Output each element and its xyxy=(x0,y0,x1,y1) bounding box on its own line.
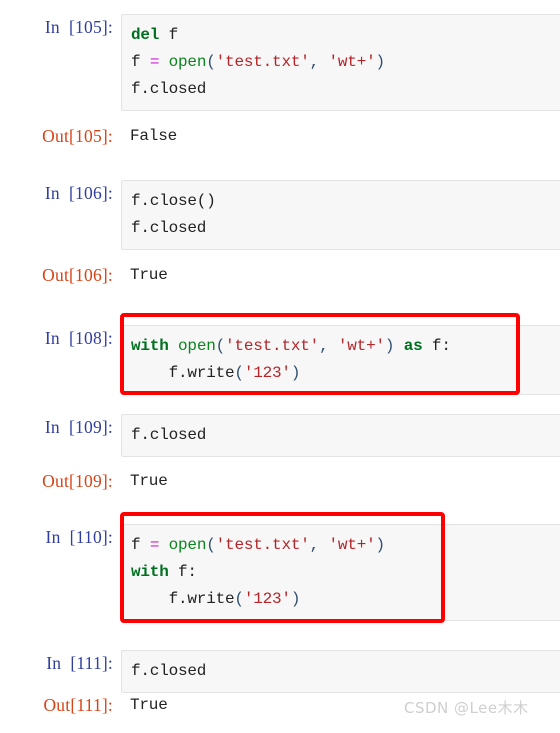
notebook-cell-in-105[interactable]: In [105]: del f f = open('test.txt', 'wt… xyxy=(0,14,560,111)
notebook-cell-in-110[interactable]: In [110]: f = open('test.txt', 'wt+') wi… xyxy=(0,524,560,621)
code-token: ) xyxy=(290,590,301,608)
keyword-with: with xyxy=(131,337,169,355)
code-line: with open('test.txt', 'wt+') as f: xyxy=(131,333,560,360)
output-text: True xyxy=(130,266,168,284)
code-token: ( xyxy=(206,53,216,71)
code-editor-105[interactable]: del f f = open('test.txt', 'wt+') f.clos… xyxy=(121,14,560,111)
string-literal: 'wt+' xyxy=(328,53,376,71)
code-line: f.write('123') xyxy=(131,586,560,613)
code-editor-111[interactable]: f.closed xyxy=(121,650,560,693)
code-token: f xyxy=(159,26,179,44)
code-line: f = open('test.txt', 'wt+') xyxy=(131,532,560,559)
notebook-cell-in-111[interactable]: In [111]: f.closed xyxy=(0,650,560,693)
output-area-109: True xyxy=(121,468,560,495)
code-editor-106[interactable]: f.close() f.closed xyxy=(121,180,560,250)
out-prompt-106: Out[106]: xyxy=(42,265,113,285)
string-literal: '123' xyxy=(243,590,291,608)
string-literal: 'test.txt' xyxy=(225,337,320,355)
code-token: ( xyxy=(234,364,244,382)
notebook-cell-out-109: Out[109]: True xyxy=(0,468,560,495)
output-text: False xyxy=(130,127,178,145)
code-token: f.write xyxy=(131,590,235,608)
in-prompt-106[interactable]: In [106]: xyxy=(0,180,121,207)
notebook-cell-in-109[interactable]: In [109]: f.closed xyxy=(0,414,560,457)
jupyter-notebook: In [105]: del f f = open('test.txt', 'wt… xyxy=(0,0,560,733)
out-prompt-111: Out[111]: xyxy=(43,695,113,715)
output-text: True xyxy=(130,472,168,490)
function-open: open xyxy=(168,337,216,355)
output-area-106: True xyxy=(121,262,560,289)
code-token: ) xyxy=(290,364,301,382)
string-literal: '123' xyxy=(243,364,291,382)
notebook-cell-in-108[interactable]: In [108]: with open('test.txt', 'wt+') a… xyxy=(0,325,560,395)
string-literal: 'test.txt' xyxy=(215,536,310,554)
code-token: , xyxy=(309,536,329,554)
code-token: f.write xyxy=(131,364,235,382)
operator-assign: = xyxy=(149,536,160,554)
string-literal: 'test.txt' xyxy=(215,53,310,71)
code-editor-109[interactable]: f.closed xyxy=(121,414,560,457)
keyword-with: with xyxy=(131,563,169,581)
operator-assign: = xyxy=(149,53,160,71)
code-line: del f xyxy=(131,22,560,49)
out-prompt-105: Out[105]: xyxy=(42,126,113,146)
code-token: f: xyxy=(168,563,197,581)
code-token: ( xyxy=(215,337,226,355)
code-token: ( xyxy=(206,536,216,554)
code-line: f = open('test.txt', 'wt+') xyxy=(131,49,560,76)
in-prompt-108[interactable]: In [108]: xyxy=(0,325,121,352)
code-token: ) xyxy=(384,337,395,355)
code-line: with f: xyxy=(131,559,560,586)
in-prompt-105[interactable]: In [105]: xyxy=(0,14,121,41)
string-literal: 'wt+' xyxy=(328,536,376,554)
string-literal: 'wt+' xyxy=(337,337,385,355)
code-token: , xyxy=(319,337,338,355)
function-open: open xyxy=(159,536,207,554)
notebook-cell-out-106: Out[106]: True xyxy=(0,262,560,289)
code-token: ( xyxy=(234,590,244,608)
code-token: f: xyxy=(422,337,451,355)
code-line: f.closed xyxy=(131,219,207,237)
code-line: f.closed xyxy=(131,662,207,680)
in-prompt-110[interactable]: In [110]: xyxy=(0,524,121,551)
output-area-105: False xyxy=(121,123,560,150)
code-editor-108[interactable]: with open('test.txt', 'wt+') as f: f.wri… xyxy=(121,325,560,395)
function-open: open xyxy=(159,53,207,71)
code-token: f xyxy=(131,536,150,554)
in-prompt-111[interactable]: In [111]: xyxy=(0,650,121,677)
code-line: f.close() xyxy=(131,192,216,210)
notebook-cell-out-105: Out[105]: False xyxy=(0,123,560,150)
keyword-del: del xyxy=(131,26,160,44)
out-prompt-109: Out[109]: xyxy=(42,471,113,491)
notebook-cell-in-106[interactable]: In [106]: f.close() f.closed xyxy=(0,180,560,250)
code-token: ) xyxy=(375,53,386,71)
code-token: ) xyxy=(375,536,386,554)
code-token: , xyxy=(309,53,329,71)
code-editor-110[interactable]: f = open('test.txt', 'wt+') with f: f.wr… xyxy=(121,524,560,621)
code-line: f.write('123') xyxy=(131,360,560,387)
code-line: f.closed xyxy=(131,426,207,444)
code-token: f xyxy=(131,53,150,71)
code-line: f.closed xyxy=(131,80,207,98)
csdn-watermark: CSDN @Lee木木 xyxy=(404,699,529,717)
keyword-as: as xyxy=(394,337,423,355)
in-prompt-109[interactable]: In [109]: xyxy=(0,414,121,441)
